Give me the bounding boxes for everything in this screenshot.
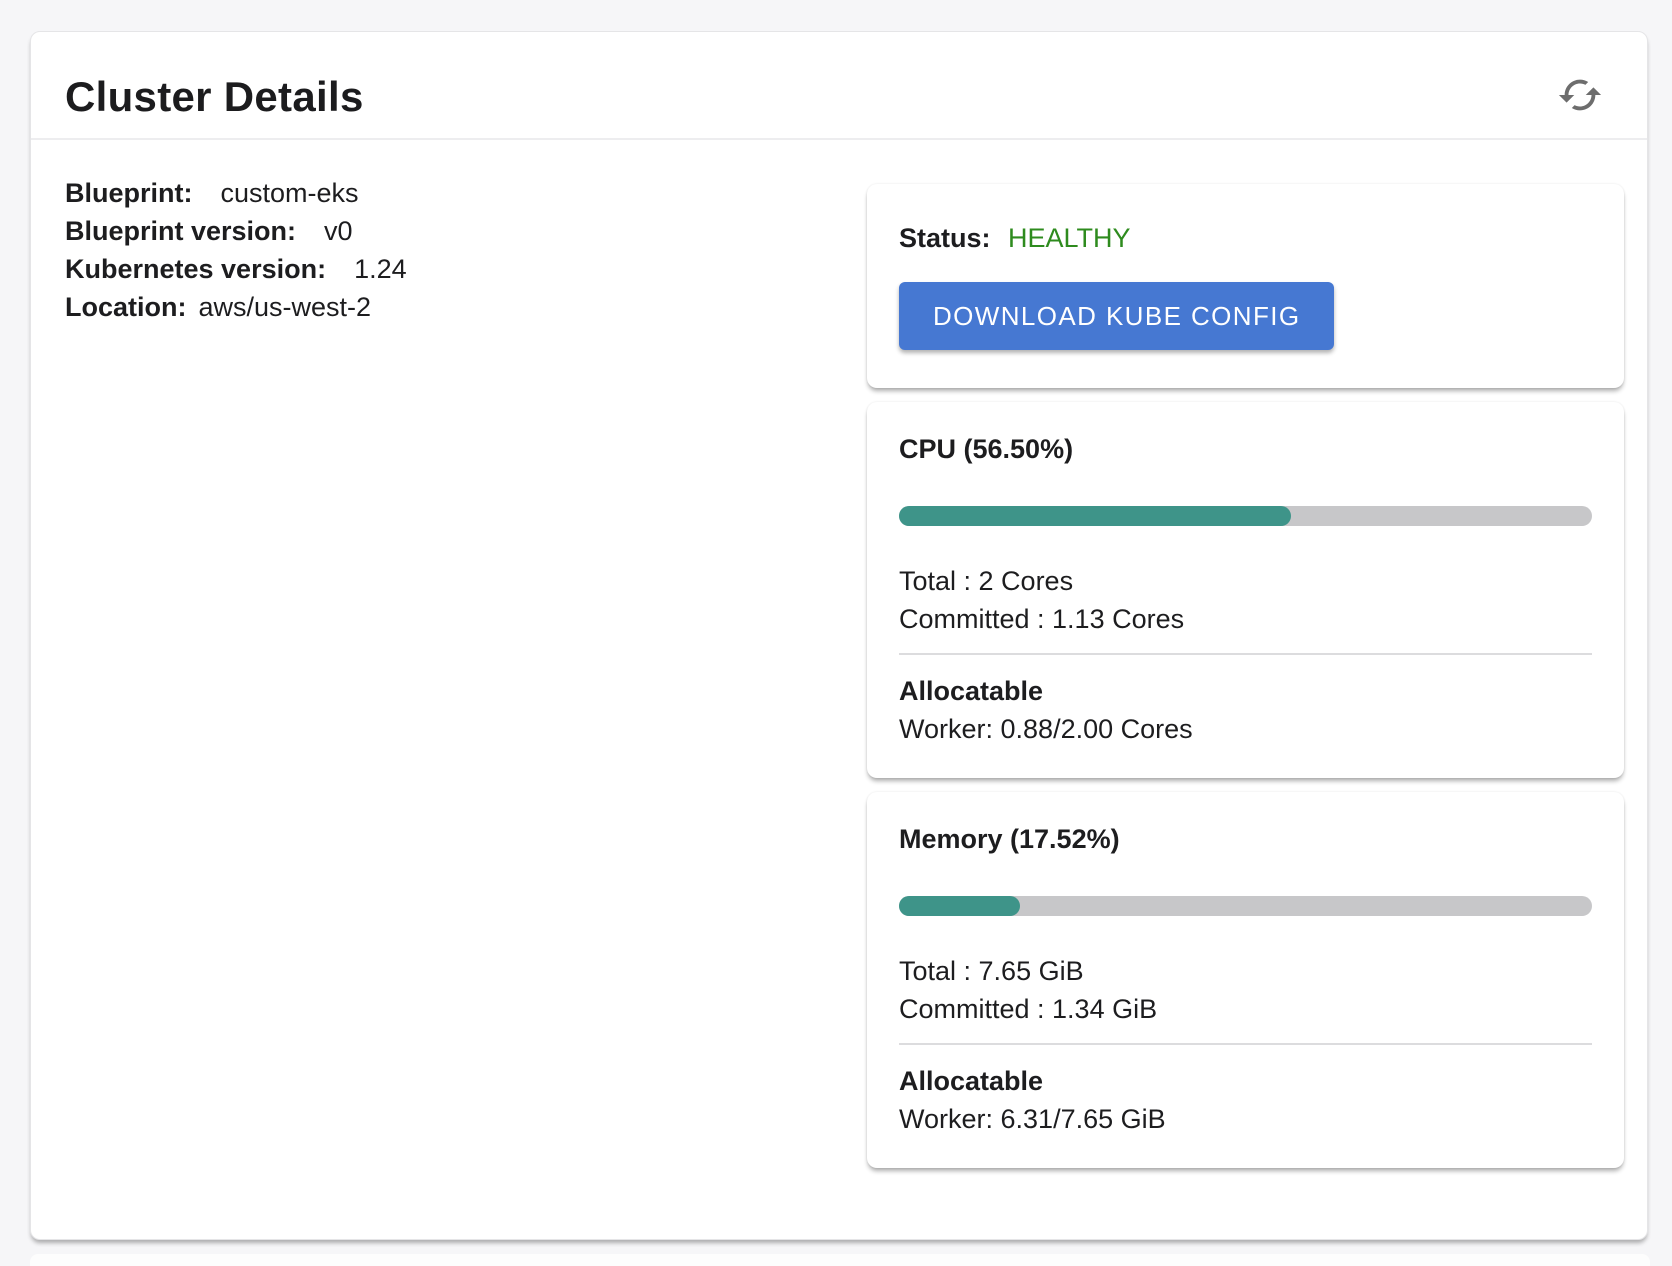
kubernetes-version-value: 1.24 (354, 250, 407, 288)
blueprint-version-value: v0 (324, 212, 353, 250)
memory-progress-track (899, 896, 1592, 916)
refresh-icon (1557, 72, 1603, 123)
memory-card: Memory (17.52%) Total : 7.65 GiB Committ… (867, 792, 1624, 1168)
right-column: Status: HEALTHY DOWNLOAD KUBE CONFIG CPU… (867, 184, 1624, 1168)
panel-body: Blueprint: custom-eks Blueprint version:… (31, 142, 1647, 1239)
memory-stats: Total : 7.65 GiB Committed : 1.34 GiB Al… (899, 952, 1592, 1138)
cpu-title: CPU (56.50%) (899, 432, 1592, 466)
cpu-total: Total : 2 Cores (899, 562, 1592, 600)
cpu-progress-track (899, 506, 1592, 526)
memory-progress-fill (899, 896, 1020, 916)
refresh-button[interactable] (1555, 72, 1605, 122)
cpu-card: CPU (56.50%) Total : 2 Cores Committed :… (867, 402, 1624, 778)
cpu-allocatable-label: Allocatable (899, 672, 1592, 710)
cpu-stats: Total : 2 Cores Committed : 1.13 Cores A… (899, 562, 1592, 748)
detail-row-blueprint: Blueprint: custom-eks (65, 174, 407, 212)
memory-allocatable-label: Allocatable (899, 1062, 1592, 1100)
status-label: Status: (899, 223, 991, 253)
status-line: Status: HEALTHY (899, 220, 1592, 256)
kubernetes-version-label: Kubernetes version: (65, 250, 326, 288)
blueprint-label: Blueprint: (65, 174, 193, 212)
memory-title: Memory (17.52%) (899, 822, 1592, 856)
download-kube-config-button[interactable]: DOWNLOAD KUBE CONFIG (899, 282, 1334, 350)
location-label: Location: (65, 288, 187, 326)
blueprint-version-label: Blueprint version: (65, 212, 296, 250)
status-badge: HEALTHY (1008, 223, 1131, 253)
detail-row-location: Location: aws/us-west-2 (65, 288, 407, 326)
divider (899, 1043, 1592, 1045)
cluster-metadata: Blueprint: custom-eks Blueprint version:… (65, 174, 407, 326)
status-card: Status: HEALTHY DOWNLOAD KUBE CONFIG (867, 184, 1624, 388)
detail-row-blueprint-version: Blueprint version: v0 (65, 212, 407, 250)
location-value: aws/us-west-2 (199, 288, 372, 326)
panel-header: Cluster Details (31, 32, 1647, 140)
memory-committed: Committed : 1.34 GiB (899, 990, 1592, 1028)
blueprint-value: custom-eks (221, 174, 359, 212)
memory-total: Total : 7.65 GiB (899, 952, 1592, 990)
cpu-committed: Committed : 1.13 Cores (899, 600, 1592, 638)
cpu-progress-fill (899, 506, 1291, 526)
page-title: Cluster Details (65, 73, 364, 121)
divider (899, 653, 1592, 655)
memory-worker-allocatable: Worker: 6.31/7.65 GiB (899, 1100, 1592, 1138)
detail-row-kubernetes-version: Kubernetes version: 1.24 (65, 250, 407, 288)
next-panel-edge (30, 1254, 1650, 1266)
cluster-details-panel: Cluster Details Blueprint: custom-eks Bl… (30, 31, 1648, 1240)
cpu-worker-allocatable: Worker: 0.88/2.00 Cores (899, 710, 1592, 748)
